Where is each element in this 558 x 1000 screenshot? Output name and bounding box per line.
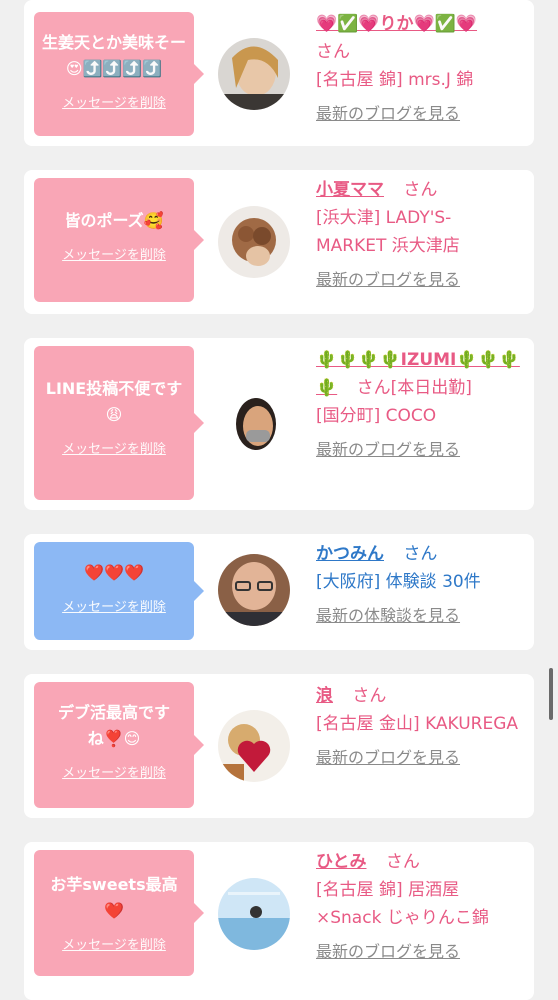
delete-message-link[interactable]: メッセージを削除 [62,596,166,615]
avatar[interactable] [218,710,290,782]
message-bubble: 皆のポーズ🥰 メッセージを削除 [34,178,204,302]
location-text: [名古屋 金山] KAKUREGA [316,714,519,734]
avatar-photo [218,878,290,950]
message-card: お芋sweets最高❤️ メッセージを削除 ひとみ さん [名古屋 錦] 居酒屋… [24,842,534,1000]
user-info: 💗✅💗りか💗✅💗 さん [名古屋 錦] mrs.J 錦 最新のブログを見る [316,10,521,128]
avatar-photo [218,206,290,278]
message-card: 生姜天とか美味そー😍⤴️⤴️⤴️⤴️ メッセージを削除 💗✅💗りか💗✅💗 さん … [24,0,534,146]
message-card: 皆のポーズ🥰 メッセージを削除 小夏ママ さん [浜大津] LADY'S-MAR… [24,170,534,314]
user-info: 小夏ママ さん [浜大津] LADY'S-MARKET 浜大津店 最新のブログを… [316,176,521,294]
delete-message-link[interactable]: メッセージを削除 [62,244,166,263]
message-card: LINE投稿不便です😩 メッセージを削除 🌵🌵🌵🌵IZUMI🌵🌵🌵🌵 さん[本日… [24,338,534,510]
san-label: さん[本日出勤] [356,378,472,398]
avatar[interactable] [218,878,290,950]
user-name-link[interactable]: かつみん [316,544,384,564]
latest-blog-link[interactable]: 最新のブログを見る [316,436,460,464]
message-text: LINE投稿不便です😩 [45,379,183,424]
delete-message-link[interactable]: メッセージを削除 [62,762,166,781]
scrollbar[interactable] [549,668,553,720]
san-label: さん [403,544,438,564]
location-text: [名古屋 錦] mrs.J 錦 [316,70,474,90]
message-text: 皆のポーズ🥰 [64,211,164,230]
location-text: [大阪府] 体験談 30件 [316,572,481,592]
message-bubble: ❤️❤️❤️ メッセージを削除 [34,542,204,640]
message-card: ❤️❤️❤️ メッセージを削除 かつみん さん [大阪府] 体験談 30件 最新… [24,534,534,650]
avatar[interactable] [218,38,290,110]
avatar-photo [218,554,290,626]
location-text: [浜大津] LADY'S-MARKET 浜大津店 [316,208,460,256]
latest-blog-link[interactable]: 最新のブログを見る [316,938,460,966]
san-label: さん [385,852,420,872]
message-text: お芋sweets最高❤️ [50,875,178,920]
delete-message-link[interactable]: メッセージを削除 [62,92,166,111]
user-info: 浪 さん [名古屋 金山] KAKUREGA 最新のブログを見る [316,682,521,772]
user-name-link[interactable]: 💗✅💗りか💗✅💗 [316,14,477,34]
san-label: さん [316,42,350,62]
delete-message-link[interactable]: メッセージを削除 [62,438,166,457]
location-text: [名古屋 錦] 居酒屋×Snack じゃりんこ錦 [316,880,489,928]
location-text: [国分町] COCO [316,406,437,426]
avatar-photo [218,710,290,782]
avatar[interactable] [218,554,290,626]
avatar[interactable] [218,206,290,278]
latest-blog-link[interactable]: 最新のブログを見る [316,744,460,772]
message-bubble: LINE投稿不便です😩 メッセージを削除 [34,346,204,500]
message-bubble: お芋sweets最高❤️ メッセージを削除 [34,850,204,976]
latest-blog-link[interactable]: 最新のブログを見る [316,100,460,128]
latest-review-link[interactable]: 最新の体験談を見る [316,602,460,630]
message-bubble: 生姜天とか美味そー😍⤴️⤴️⤴️⤴️ メッセージを削除 [34,12,204,136]
san-label: さん [403,180,438,200]
latest-blog-link[interactable]: 最新のブログを見る [316,266,460,294]
user-info: かつみん さん [大阪府] 体験談 30件 最新の体験談を見る [316,540,521,630]
avatar[interactable] [218,386,290,458]
user-name-link[interactable]: 浪 [316,686,333,706]
user-name-link[interactable]: ひとみ [316,852,367,872]
message-card: デブ活最高ですね❣️😊 メッセージを削除 浪 さん [名古屋 金山] KAKUR… [24,674,534,818]
user-info: 🌵🌵🌵🌵IZUMI🌵🌵🌵🌵 さん[本日出勤] [国分町] COCO 最新のブログ… [316,346,521,464]
message-text: ❤️❤️❤️ [84,563,144,582]
message-text: デブ活最高ですね❣️😊 [57,703,170,748]
avatar-photo [218,38,290,110]
delete-message-link[interactable]: メッセージを削除 [62,934,166,953]
san-label: さん [352,686,387,706]
user-info: ひとみ さん [名古屋 錦] 居酒屋×Snack じゃりんこ錦 最新のブログを見… [316,848,521,966]
avatar-photo [218,386,290,458]
message-text: 生姜天とか美味そー😍⤴️⤴️⤴️⤴️ [42,33,187,78]
user-name-link[interactable]: 小夏ママ [316,180,384,200]
message-bubble: デブ活最高ですね❣️😊 メッセージを削除 [34,682,204,808]
